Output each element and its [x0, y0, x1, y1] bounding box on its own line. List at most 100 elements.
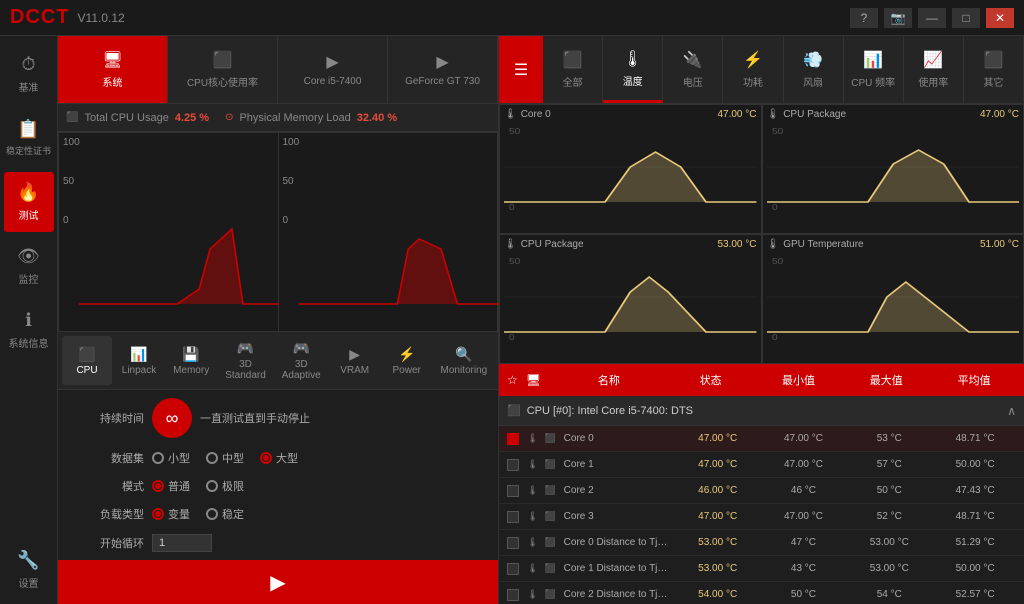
row-icon1: 🌡 [527, 537, 538, 548]
close-button[interactable]: ✕ [986, 8, 1014, 28]
sub-tab-memory-label: Memory [173, 365, 209, 376]
right-tab-temp[interactable]: 🌡 温度 [603, 36, 663, 103]
right-charts: 🌡 Core 0 47.00 °C 50 0 [499, 104, 1024, 364]
row-checkbox[interactable] [507, 589, 519, 601]
row-icon1: 🌡 [527, 589, 538, 600]
right-top-tabs: ☰ ⬛ 全部 🌡 温度 🔌 电压 ⚡ 功耗 💨 风扇 [499, 36, 1024, 104]
table-header: ☆ 🖥 名称 状态 最小值 最大值 平均值 [499, 364, 1024, 396]
dataset-large[interactable]: 大型 [260, 450, 298, 466]
temp-icon-small: 🌡 [504, 109, 517, 120]
row-checkbox[interactable] [507, 511, 519, 523]
tab-core-i5[interactable]: ▶ Core i5-7400 [278, 36, 388, 103]
row-max: 54 °C [848, 589, 930, 600]
eye-icon: 👁 [17, 246, 40, 267]
sidebar-item-sysinfo[interactable]: ℹ 系统信息 [4, 300, 54, 360]
row-min: 47.00 °C [763, 511, 845, 522]
tab-geforce-label: GeForce GT 730 [405, 76, 480, 87]
row-name: Core 2 Distance to TjMAX [564, 589, 673, 600]
mode-extreme[interactable]: 极限 [206, 478, 244, 494]
sidebar-item-test[interactable]: 🔥 测试 [4, 172, 54, 232]
tab-geforce[interactable]: ▶ GeForce GT 730 [388, 36, 498, 103]
sidebar-item-settings[interactable]: 🔧 设置 [4, 540, 54, 600]
dataset-large-radio [260, 452, 272, 464]
row-checkbox[interactable] [507, 563, 519, 575]
start-loop-input[interactable] [152, 534, 212, 552]
row-checkbox[interactable] [507, 459, 519, 471]
start-button[interactable]: ▶ [58, 560, 498, 604]
row-checkbox[interactable] [507, 485, 519, 497]
row-name: Core 0 Distance to TjMAX [564, 537, 673, 548]
row-checkbox[interactable] [507, 433, 519, 445]
row-icon2: ⬛ [544, 433, 555, 444]
sub-tab-3d-adap[interactable]: 🎮 3DAdaptive [275, 336, 328, 385]
row-icon1: 🌡 [527, 459, 538, 470]
screenshot-button[interactable]: 📷 [884, 8, 912, 28]
row-status: 54.00 °C [677, 589, 759, 600]
cpu-usage-label: Total CPU Usage [84, 112, 168, 124]
start-loop-row: 开始循环 [74, 534, 482, 552]
right-menu-button[interactable]: ☰ [499, 36, 543, 103]
clock-icon: ⏱ [21, 54, 35, 75]
voltage-icon: 🔌 [683, 50, 703, 70]
sub-tab-vram[interactable]: ▶ VRAM [330, 336, 380, 385]
sub-vram-icon: ▶ [349, 346, 360, 363]
row-checkbox[interactable] [507, 537, 519, 549]
tab-cpu-core[interactable]: ⬛ CPU核心使用率 [168, 36, 278, 103]
svg-text:0: 0 [772, 203, 778, 212]
sidebar-label-certificate: 稳定性证书 [6, 144, 51, 157]
duration-text: 一直测试直到手动停止 [200, 410, 310, 426]
help-button[interactable]: ? [850, 8, 878, 28]
chart-gputemp: 🌡 GPU Temperature 51.00 °C 50 0 [762, 234, 1024, 364]
sub-tab-power[interactable]: ⚡ Power [382, 336, 432, 385]
infinity-button[interactable]: ∞ [152, 398, 192, 438]
sidebar-label-sysinfo: 系统信息 [9, 335, 49, 350]
sidebar-item-monitor[interactable]: 👁 监控 [4, 236, 54, 296]
right-tab-voltage-label: 电压 [683, 74, 703, 89]
load-variable[interactable]: 变量 [152, 506, 190, 522]
sub-tab-linpack[interactable]: 📊 Linpack [114, 336, 164, 385]
temp-icon-small3: 🌡 [504, 239, 517, 250]
info-icon: ℹ [25, 310, 32, 331]
sub-tabs: ⬛ CPU 📊 Linpack 💾 Memory 🎮 3DStandard 🎮 … [58, 332, 498, 390]
minimize-button[interactable]: — [918, 8, 946, 28]
load-stable[interactable]: 稳定 [206, 506, 244, 522]
sub-tab-monitoring-label: Monitoring [440, 365, 487, 376]
row-name: Core 1 Distance to TjMAX [564, 563, 673, 574]
flame-icon: 🔥 [17, 182, 39, 203]
right-tab-other[interactable]: ⬛ 其它 [964, 36, 1024, 103]
right-tab-all[interactable]: ⬛ 全部 [543, 36, 603, 103]
certificate-icon: 📋 [17, 119, 39, 140]
mode-normal[interactable]: 普通 [152, 478, 190, 494]
sub-tab-monitoring[interactable]: 🔍 Monitoring [434, 336, 494, 385]
row-avg: 51.29 °C [934, 537, 1016, 548]
right-tab-cpufreq[interactable]: 📊 CPU 频率 [844, 36, 904, 103]
row-icon1: 🌡 [527, 563, 538, 574]
sidebar-item-benchmark[interactable]: ⏱ 基准 [4, 44, 54, 104]
dataset-small[interactable]: 小型 [152, 450, 190, 466]
maximize-button[interactable]: □ [952, 8, 980, 28]
window-controls: ? 📷 — □ ✕ [850, 8, 1014, 28]
sub-tab-memory[interactable]: 💾 Memory [166, 336, 216, 385]
sub-tab-cpu[interactable]: ⬛ CPU [62, 336, 112, 385]
row-min: 47 °C [763, 537, 845, 548]
row-icon1: 🌡 [527, 511, 538, 522]
svg-text:0: 0 [509, 203, 515, 212]
right-panel: ☰ ⬛ 全部 🌡 温度 🔌 电压 ⚡ 功耗 💨 风扇 [498, 36, 1024, 604]
right-tab-voltage[interactable]: 🔌 电压 [663, 36, 723, 103]
sidebar-item-certificate[interactable]: 📋 稳定性证书 [4, 108, 54, 168]
tab-system[interactable]: 🖥 系统 [58, 36, 168, 103]
dataset-small-label: 小型 [168, 450, 190, 466]
dataset-medium[interactable]: 中型 [206, 450, 244, 466]
load-radio-group: 变量 稳定 [152, 506, 244, 522]
right-tab-usage[interactable]: 📈 使用率 [904, 36, 964, 103]
svg-text:50: 50 [772, 257, 783, 266]
row-min: 47.00 °C [763, 459, 845, 470]
collapse-icon[interactable]: ∧ [1007, 404, 1016, 418]
sub-tab-3d-std[interactable]: 🎮 3DStandard [218, 336, 273, 385]
duration-label: 持续时间 [74, 410, 144, 426]
chart-cpupkg2-title: 🌡 CPU Package [504, 239, 584, 250]
right-tab-power[interactable]: ⚡ 功耗 [723, 36, 783, 103]
right-tab-fan[interactable]: 💨 风扇 [784, 36, 844, 103]
infinity-icon: ∞ [166, 408, 179, 429]
charts-area: 100 50 0 100 50 0 [58, 132, 498, 332]
